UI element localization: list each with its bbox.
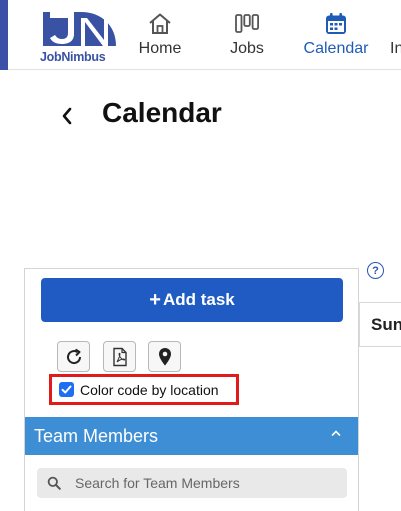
calendar-sidebar: + Add task Color code by location Team M… bbox=[24, 268, 359, 511]
jobs-board-icon bbox=[234, 12, 260, 36]
day-header: Sun bbox=[371, 315, 401, 334]
back-button[interactable] bbox=[58, 104, 76, 128]
calendar-grid: Sun bbox=[359, 302, 401, 347]
nav-jobs[interactable]: Jobs bbox=[222, 0, 272, 70]
calendar-icon bbox=[323, 12, 349, 36]
nav-home[interactable]: Home bbox=[132, 0, 188, 70]
nav-jobs-label: Jobs bbox=[230, 40, 264, 57]
search-icon bbox=[47, 476, 61, 490]
app-window: JobNimbus Home Jobs Calendar In Calendar… bbox=[0, 0, 401, 511]
help-icon[interactable]: ? bbox=[367, 262, 384, 279]
add-task-button[interactable]: + Add task bbox=[41, 278, 343, 322]
jobnimbus-logo[interactable]: JobNimbus bbox=[40, 8, 118, 64]
pdf-icon bbox=[112, 347, 127, 366]
team-members-header[interactable]: Team Members bbox=[25, 417, 358, 455]
export-pdf-button[interactable] bbox=[103, 341, 136, 372]
nav-more-truncated[interactable]: In bbox=[390, 0, 401, 70]
home-icon bbox=[147, 12, 173, 36]
color-code-highlight: Color code by location bbox=[49, 374, 239, 405]
left-accent-bar bbox=[0, 0, 8, 70]
chevron-up-icon bbox=[331, 430, 341, 436]
nav-calendar[interactable]: Calendar bbox=[298, 0, 374, 70]
nav-more-label: In bbox=[390, 40, 401, 57]
top-nav: JobNimbus Home Jobs Calendar In bbox=[8, 0, 401, 70]
add-task-label: Add task bbox=[162, 290, 235, 309]
map-location-button[interactable] bbox=[148, 341, 181, 372]
refresh-icon bbox=[66, 348, 81, 364]
page-title: Calendar bbox=[102, 97, 222, 128]
nav-home-label: Home bbox=[138, 40, 182, 57]
logo-wordmark: JobNimbus bbox=[40, 50, 106, 64]
team-search-input[interactable] bbox=[75, 475, 335, 491]
team-search-box bbox=[37, 468, 347, 498]
checkmark-icon bbox=[61, 385, 72, 394]
nav-calendar-label: Calendar bbox=[303, 40, 369, 57]
color-code-label[interactable]: Color code by location bbox=[80, 382, 219, 398]
logo-mark-icon bbox=[43, 12, 116, 46]
plus-icon: + bbox=[149, 288, 161, 311]
color-code-checkbox[interactable] bbox=[59, 382, 74, 397]
refresh-button[interactable] bbox=[57, 341, 90, 372]
team-members-title: Team Members bbox=[34, 425, 159, 446]
map-pin-icon bbox=[158, 347, 171, 365]
chevron-left-icon bbox=[62, 107, 72, 125]
